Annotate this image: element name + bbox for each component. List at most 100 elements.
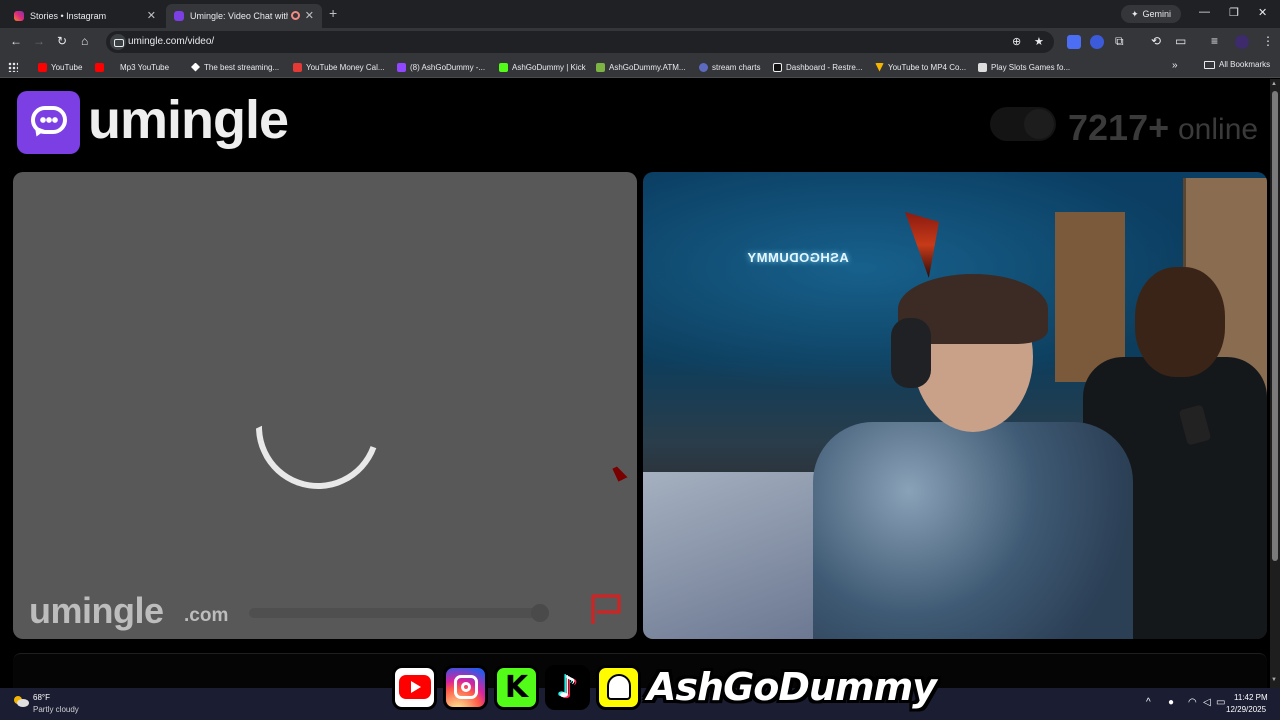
- stream-social-banner: K ♪ AshGoDummy: [392, 664, 937, 710]
- url-text[interactable]: umingle.com/video/: [128, 36, 214, 47]
- history-icon[interactable]: ⟲: [1151, 34, 1161, 48]
- loading-spinner-icon: [236, 345, 401, 510]
- scroll-thumb[interactable]: [1272, 91, 1278, 561]
- clock-time[interactable]: 11:42 PM: [1234, 693, 1268, 702]
- close-window-icon[interactable]: ✕: [1258, 6, 1267, 19]
- slots-icon: [978, 62, 987, 72]
- tab-title: Umingle: Video Chat with S: [190, 11, 288, 21]
- reload-icon[interactable]: ↻: [57, 34, 67, 48]
- bookmark-item[interactable]: AshGoDummy.ATM...: [596, 60, 686, 74]
- twitch-icon: [397, 62, 406, 72]
- bookmark-label: (8) AshGoDummy -...: [410, 62, 486, 72]
- bookmark-item[interactable]: YouTube Money Cal...: [293, 60, 385, 74]
- person-right-head: [1135, 267, 1225, 377]
- tab-instagram[interactable]: Stories • Instagram ✕: [6, 4, 164, 28]
- online-toggle[interactable]: [990, 107, 1056, 141]
- tray-chevron-up-icon[interactable]: ^: [1146, 697, 1151, 708]
- close-tab-icon[interactable]: ✕: [147, 9, 156, 22]
- more-bookmarks-chevron-icon[interactable]: »: [1172, 60, 1178, 71]
- neon-sign: ASHGODUMMY: [747, 250, 849, 265]
- scroll-up-icon[interactable]: ▲: [1271, 81, 1277, 87]
- snapchat-icon: [596, 664, 641, 710]
- back-icon[interactable]: ←: [10, 34, 22, 48]
- umingle-favicon-icon: [174, 11, 184, 21]
- person-left: [793, 274, 1133, 639]
- bookmark-item[interactable]: Dashboard - Restre...: [773, 60, 862, 74]
- browser-toolbar: ← → ↻ ⌂ umingle.com/video/ ⊕ ★ ⧉ ⟲ ▭ ≡ ⋮: [0, 28, 1280, 56]
- recording-indicator-icon: [291, 11, 300, 20]
- bookmark-label: AshGoDummy | Kick: [512, 62, 586, 72]
- page-scrollbar[interactable]: ▲ ▼: [1270, 79, 1280, 688]
- report-flag-icon[interactable]: [589, 592, 627, 626]
- bookmark-item[interactable]: The best streaming...: [191, 60, 279, 74]
- new-tab-icon[interactable]: +: [329, 5, 337, 21]
- clock-date[interactable]: 12/29/2025: [1226, 705, 1266, 714]
- progress-knob: [531, 604, 549, 622]
- zoom-icon[interactable]: ⊕: [1012, 35, 1021, 48]
- extension-icon[interactable]: [1067, 35, 1081, 49]
- extensions-puzzle-icon[interactable]: ⧉: [1115, 34, 1124, 49]
- tab-strip: Stories • Instagram ✕ Umingle: Video Cha…: [0, 0, 1280, 28]
- scroll-down-icon[interactable]: ▼: [1271, 677, 1277, 683]
- forward-icon[interactable]: →: [33, 34, 45, 48]
- youtube-icon: [392, 664, 437, 710]
- close-tab-icon[interactable]: ✕: [305, 9, 314, 22]
- chat-dots-icon: [40, 117, 58, 123]
- bookmark-label: YouTube to MP4 Co...: [888, 62, 967, 72]
- bookmark-item[interactable]: Play Slots Games fo...: [978, 60, 1070, 74]
- cast-icon[interactable]: ▭: [1175, 34, 1186, 48]
- bookmark-label: The best streaming...: [204, 62, 280, 72]
- online-label: online: [1178, 113, 1259, 146]
- address-bar[interactable]: umingle.com/video/ ⊕ ★: [106, 31, 1054, 53]
- bookmark-item[interactable]: AshGoDummy | Kick: [499, 60, 586, 74]
- bookmark-label: stream charts: [712, 62, 761, 72]
- streamer-name: AshGoDummy: [647, 665, 937, 709]
- tiktok-icon: ♪: [545, 664, 590, 710]
- partly-cloudy-icon: [14, 696, 29, 707]
- video-watermark: umingle: [29, 590, 164, 631]
- weather-description[interactable]: Partly cloudy: [33, 705, 79, 714]
- connection-progress-bar: [249, 604, 549, 622]
- bookmark-label: Play Slots Games fo...: [991, 62, 1071, 72]
- bookmark-item[interactable]: YouTube to MP4 Co...: [875, 60, 966, 74]
- bookmark-item[interactable]: Mp3 YouTube: [95, 60, 169, 74]
- diamond-icon: [191, 62, 200, 72]
- profile-avatar-icon[interactable]: [1235, 35, 1249, 49]
- brand-wordmark[interactable]: umingle: [88, 89, 289, 151]
- wifi-icon[interactable]: ◠: [1188, 697, 1197, 708]
- weather-temperature[interactable]: 68°F: [33, 693, 50, 702]
- youtube-icon: [38, 62, 47, 72]
- bookmarks-bar: YouTube Mp3 YouTube The best streaming..…: [0, 56, 1280, 78]
- apps-grid-icon[interactable]: [8, 62, 18, 72]
- headset: [891, 318, 931, 388]
- tab-umingle[interactable]: Umingle: Video Chat with S ✕: [166, 4, 322, 28]
- battery-icon[interactable]: ▭: [1216, 697, 1225, 708]
- microphone-icon[interactable]: ●: [1168, 697, 1174, 708]
- calculator-icon: [293, 62, 302, 72]
- bookmark-label: YouTube: [51, 62, 83, 72]
- chart-icon: [699, 62, 708, 72]
- bookmark-item[interactable]: (8) AshGoDummy -...: [397, 60, 485, 74]
- minimize-icon[interactable]: —: [1199, 6, 1210, 18]
- bookmark-item[interactable]: YouTube: [38, 60, 82, 74]
- extension-icon[interactable]: [1090, 35, 1104, 49]
- gemini-button[interactable]: ✦ Gemini: [1121, 5, 1182, 23]
- kick-icon: K: [494, 664, 539, 710]
- youtube-icon: [95, 62, 104, 72]
- restore-icon[interactable]: ❐: [1229, 6, 1239, 19]
- all-bookmarks-button[interactable]: All Bookmarks: [1204, 60, 1270, 69]
- bookmark-label: AshGoDummy.ATM...: [609, 62, 686, 72]
- tab-title: Stories • Instagram: [30, 11, 107, 21]
- bookmark-item[interactable]: stream charts: [699, 60, 760, 74]
- site-info-icon[interactable]: [110, 34, 126, 50]
- volume-icon[interactable]: ◁: [1203, 697, 1211, 708]
- menu-kebab-icon[interactable]: ⋮: [1262, 34, 1274, 48]
- umingle-logo[interactable]: [17, 91, 80, 154]
- home-icon[interactable]: ⌂: [81, 34, 88, 48]
- bookmark-star-icon[interactable]: ★: [1034, 35, 1044, 48]
- reading-list-icon[interactable]: ≡: [1211, 34, 1218, 48]
- sparkle-icon: ✦: [1131, 8, 1139, 19]
- gemini-label: Gemini: [1142, 9, 1172, 19]
- stranger-video-panel: umingle .com: [13, 172, 637, 639]
- umingle-page: umingle 7217+ online umingle .com ASHGOD…: [0, 79, 1270, 693]
